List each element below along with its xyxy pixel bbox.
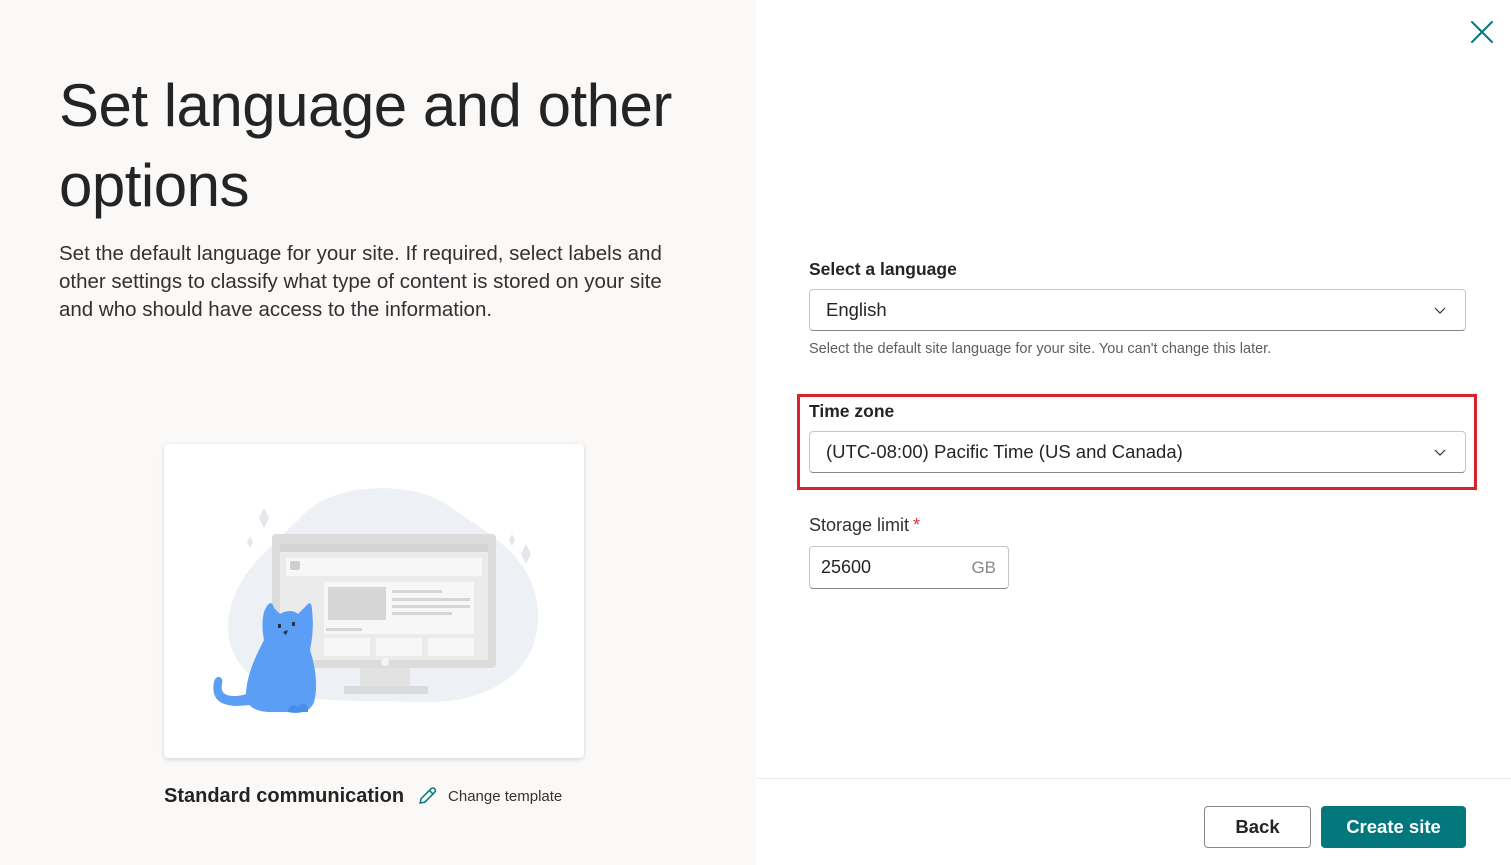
storage-unit: GB	[971, 557, 996, 577]
chevron-down-icon	[1434, 449, 1446, 456]
back-button[interactable]: Back	[1204, 806, 1311, 848]
chevron-down-icon	[1434, 307, 1446, 314]
create-site-dialog: Set language and other options Set the d…	[0, 0, 1511, 865]
language-selected-value: English	[826, 299, 887, 320]
page-title: Set language and other options	[59, 72, 672, 219]
close-button[interactable]	[1466, 16, 1498, 48]
timezone-dropdown[interactable]: (UTC-08:00) Pacific Time (US and Canada)	[809, 431, 1466, 473]
template-preview-card	[164, 444, 584, 758]
language-help-text: Select the default site language for you…	[809, 341, 1272, 357]
create-site-button[interactable]: Create site	[1321, 806, 1466, 848]
storage-limit-field: GB	[809, 546, 1009, 589]
footer-divider	[756, 778, 1511, 779]
change-template-label: Change template	[448, 787, 563, 805]
timezone-selected-value: (UTC-08:00) Pacific Time (US and Canada)	[826, 441, 1183, 462]
template-selector-row: Standard communication Change template	[164, 780, 562, 812]
change-template-button[interactable]: Change template	[416, 785, 562, 807]
template-name: Standard communication	[164, 784, 405, 807]
language-label: Select a language	[809, 259, 957, 279]
pencil-icon	[419, 787, 437, 804]
left-panel: Set language and other options Set the d…	[0, 0, 756, 865]
storage-limit-input[interactable]	[821, 557, 972, 578]
required-asterisk: *	[913, 515, 921, 535]
storage-limit-label: Storage limit *	[809, 515, 920, 536]
storage-limit-label-text: Storage limit	[809, 515, 910, 535]
language-dropdown[interactable]: English	[809, 289, 1466, 331]
timezone-label: Time zone	[809, 401, 895, 421]
page-description: Set the default language for your site. …	[59, 242, 662, 321]
close-icon	[1471, 21, 1493, 43]
template-illustration	[213, 488, 539, 713]
